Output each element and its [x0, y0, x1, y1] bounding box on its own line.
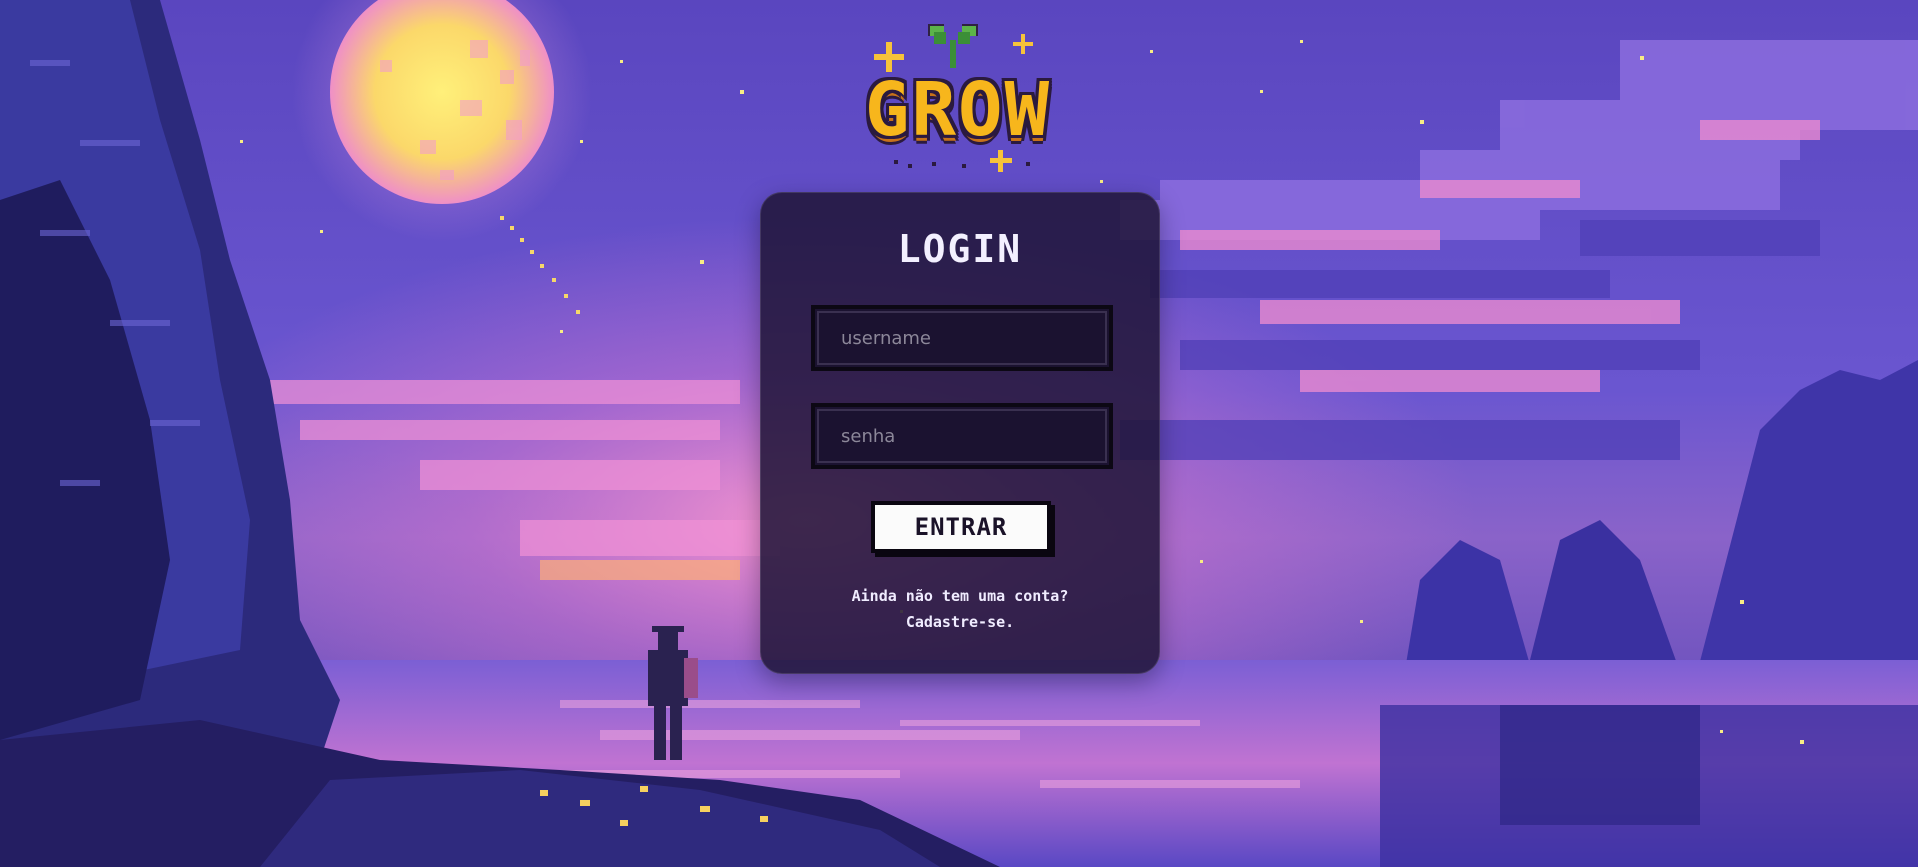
password-input[interactable]: [811, 403, 1113, 469]
login-submit-button[interactable]: ENTRAR: [871, 501, 1051, 553]
logo-wordmark: GROW: [864, 67, 1052, 153]
signup-prompt-text: Ainda não tem uma conta?: [851, 587, 1069, 605]
signup-action-text: Cadastre-se.: [905, 613, 1015, 631]
login-title: LOGIN: [897, 227, 1023, 271]
login-card: LOGIN ENTRAR Ainda não tem uma conta? Ca…: [760, 192, 1160, 674]
grow-logo: GROW: [838, 18, 1078, 178]
signup-link[interactable]: Ainda não tem uma conta? Cadastre-se.: [761, 583, 1159, 635]
username-input[interactable]: [811, 305, 1113, 371]
